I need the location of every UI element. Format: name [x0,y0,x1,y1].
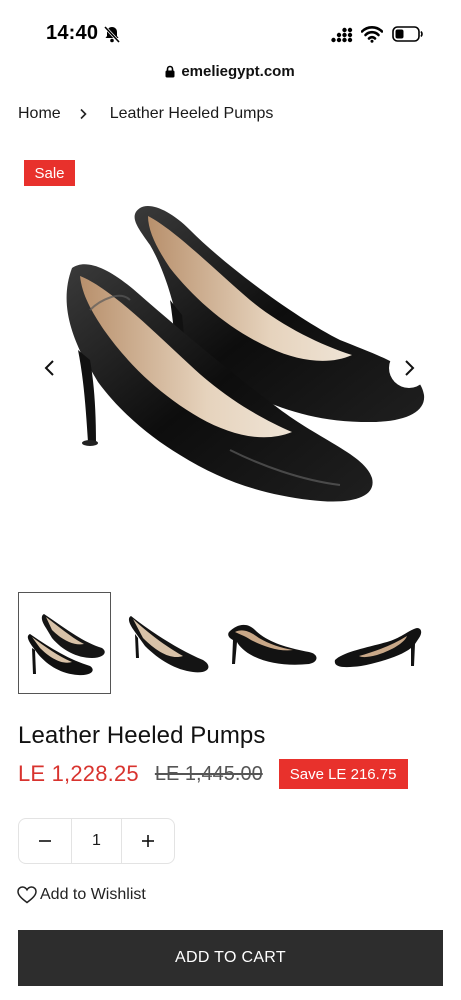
add-to-cart-button[interactable]: ADD TO CART [18,930,443,986]
wishlist-label: Add to Wishlist [40,886,146,903]
sale-price: LE 1,228.25 [18,761,139,786]
bell-muted-icon [103,25,121,44]
minus-icon [39,840,51,842]
address-bar[interactable]: emeliegypt.com [140,56,320,86]
quantity-stepper: 1 [18,818,175,864]
compare-at-price: LE 1,445.00 [154,762,263,785]
heart-icon [17,886,37,904]
thumbnail-3[interactable] [221,592,325,694]
previous-image-button[interactable] [30,348,70,388]
thumbnail-2[interactable] [117,592,221,694]
wifi-icon [361,26,383,43]
battery-icon [392,26,423,42]
thumbnail-image [128,616,209,673]
lock-icon [165,65,175,77]
thumbnail-1[interactable] [18,592,111,694]
product-title: Leather Heeled Pumps [18,722,266,749]
breadcrumb-current: Leather Heeled Pumps [109,105,274,122]
status-bar: 14:40 [0,0,461,56]
thumbnail-image [334,628,422,668]
thumbnail-image [228,624,317,665]
breadcrumb-home-link[interactable]: Home [18,105,61,123]
decrease-quantity-button[interactable] [19,819,71,863]
chevron-right-icon [80,108,87,120]
thumbnail-image [27,614,105,676]
price-row: LE 1,228.25 LE 1,445.00 Save LE 216.75 [18,758,408,790]
url-text: emeliegypt.com [181,62,295,80]
increase-quantity-button[interactable] [122,819,174,863]
next-image-button[interactable] [389,348,429,388]
chevron-right-icon [405,360,415,376]
quantity-input[interactable]: 1 [71,819,122,863]
chevron-left-icon [44,360,54,376]
cellular-signal-icon [331,27,353,43]
breadcrumb: Home Leather Heeled Pumps [18,103,273,125]
add-to-wishlist-link[interactable]: Add to Wishlist [17,883,146,907]
thumbnail-strip [18,592,443,694]
sale-badge: Sale [24,160,75,186]
save-amount-badge: Save LE 216.75 [278,759,408,789]
thumbnail-4[interactable] [325,592,429,694]
plus-icon [142,835,154,847]
status-time: 14:40 [46,22,99,44]
